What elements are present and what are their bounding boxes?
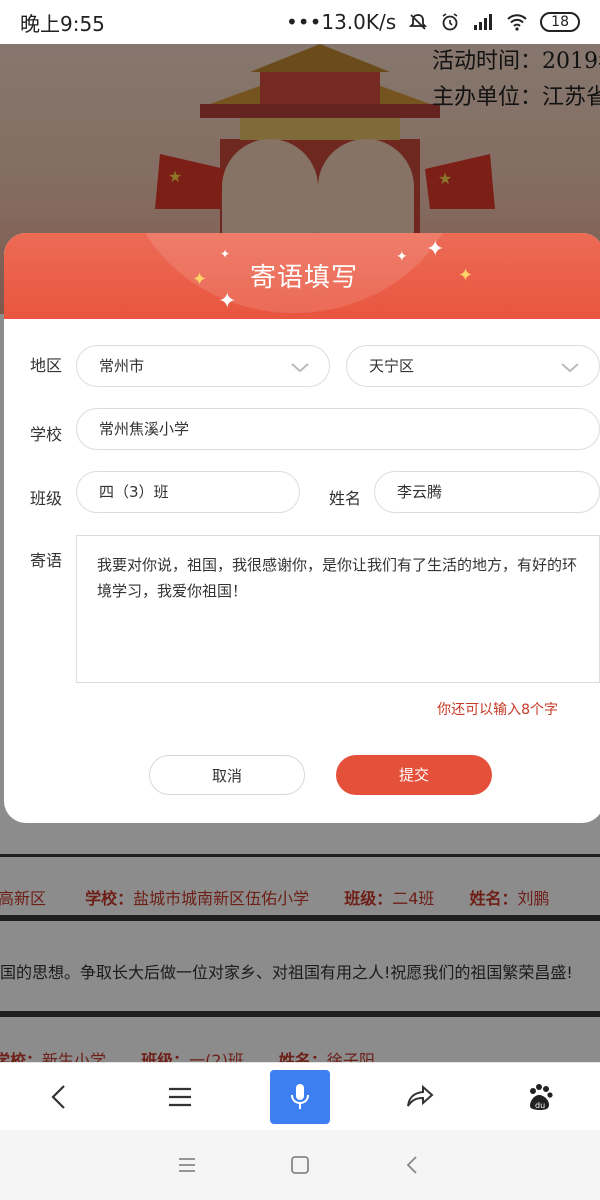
share-icon bbox=[407, 1084, 434, 1107]
message-form-dialog: ✦ ✦ ✦ ✦ ✦ ✦ 寄语填写 地区 常州市 天宁区 学校 常州焦溪小学 班级… bbox=[4, 233, 600, 823]
battery-indicator: 18 bbox=[540, 12, 580, 32]
city-select-value: 常州市 bbox=[99, 357, 145, 375]
status-icons: •••13.0K/s 18 bbox=[286, 10, 580, 34]
baidu-button[interactable]: du bbox=[510, 1070, 570, 1124]
chevron-down-icon bbox=[291, 363, 309, 373]
network-speed: •••13.0K/s bbox=[285, 10, 397, 34]
school-input[interactable]: 常州焦溪小学 bbox=[76, 408, 600, 450]
microphone-icon bbox=[291, 1083, 309, 1109]
home-icon[interactable] bbox=[289, 1154, 311, 1176]
district-select-value: 天宁区 bbox=[369, 357, 415, 375]
mute-bell-icon bbox=[408, 14, 428, 30]
submit-button[interactable]: 提交 bbox=[336, 755, 492, 795]
message-textarea[interactable]: 我要对你说，祖国，我很感谢你，是你让我们有了生活的地方，有好的环境学习，我爱你祖… bbox=[76, 535, 600, 683]
status-time: 晚上9:55 bbox=[20, 11, 105, 36]
region-label: 地区 bbox=[30, 356, 63, 375]
name-label: 姓名 bbox=[329, 489, 362, 508]
signal-icon bbox=[474, 14, 493, 30]
name-input[interactable]: 李云腾 bbox=[374, 471, 600, 513]
alarm-icon bbox=[442, 13, 458, 31]
menu-button[interactable] bbox=[150, 1070, 210, 1124]
remaining-characters: 你还可以输入8个字 bbox=[437, 702, 558, 718]
voice-search-button[interactable] bbox=[270, 1069, 330, 1124]
district-select[interactable]: 天宁区 bbox=[346, 345, 600, 387]
school-label: 学校 bbox=[30, 425, 63, 444]
dialog-header: ✦ ✦ ✦ ✦ ✦ ✦ 寄语填写 bbox=[4, 233, 600, 319]
wifi-icon bbox=[507, 14, 527, 31]
city-select[interactable]: 常州市 bbox=[76, 345, 330, 387]
class-label: 班级 bbox=[30, 489, 63, 508]
chevron-down-icon bbox=[561, 363, 579, 373]
back-icon bbox=[51, 1084, 65, 1109]
menu-icon bbox=[169, 1087, 191, 1106]
baidu-paw-icon: du bbox=[530, 1083, 553, 1110]
system-navigation-bar bbox=[0, 1130, 600, 1200]
cancel-button[interactable]: 取消 bbox=[149, 755, 305, 795]
class-input[interactable]: 四（3）班 bbox=[76, 471, 300, 513]
recent-apps-icon[interactable] bbox=[176, 1154, 198, 1176]
system-back-icon[interactable] bbox=[402, 1154, 424, 1176]
share-button[interactable] bbox=[390, 1070, 450, 1124]
svg-text:du: du bbox=[535, 1101, 545, 1110]
status-bar: 晚上9:55 •••13.0K/s 18 bbox=[0, 0, 600, 44]
dialog-title: 寄语填写 bbox=[249, 263, 358, 293]
browser-toolbar: du bbox=[0, 1062, 600, 1130]
message-label: 寄语 bbox=[30, 551, 63, 570]
back-button[interactable] bbox=[30, 1070, 90, 1124]
